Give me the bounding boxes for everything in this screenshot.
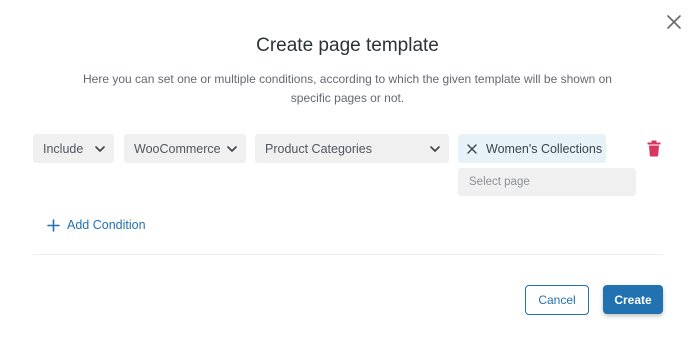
chevron-down-icon: [430, 146, 440, 152]
remove-chip-icon: [467, 143, 477, 154]
close-icon: [667, 15, 681, 29]
include-select-value: Include: [43, 141, 84, 156]
plus-icon: [47, 218, 60, 232]
selected-chip-label: Women's Collections: [486, 141, 603, 156]
select-page-input[interactable]: [458, 168, 636, 196]
type-select-value: Product Categories: [265, 141, 373, 156]
trash-icon: [647, 140, 661, 157]
source-select[interactable]: WooCommerce: [124, 134, 246, 163]
add-condition-button[interactable]: Add Condition: [47, 216, 146, 234]
dialog-description: Here you can set one or multiple conditi…: [83, 72, 612, 105]
create-button[interactable]: Create: [603, 285, 663, 314]
close-dialog-button[interactable]: [664, 12, 684, 32]
remove-chip-button[interactable]: [458, 134, 486, 163]
chevron-down-icon: [227, 146, 237, 152]
cancel-button[interactable]: Cancel: [525, 285, 589, 315]
source-select-value: WooCommerce: [134, 141, 221, 156]
include-exclude-select[interactable]: Include: [33, 134, 114, 163]
condition-type-select[interactable]: Product Categories: [255, 134, 449, 163]
delete-condition-button[interactable]: [646, 140, 662, 157]
dialog-title: Create page template: [256, 35, 439, 56]
chevron-down-icon: [95, 146, 105, 152]
footer-divider: [33, 254, 663, 255]
category-multiselect[interactable]: Women's Collections: [458, 134, 606, 163]
add-condition-label: Add Condition: [67, 218, 146, 232]
